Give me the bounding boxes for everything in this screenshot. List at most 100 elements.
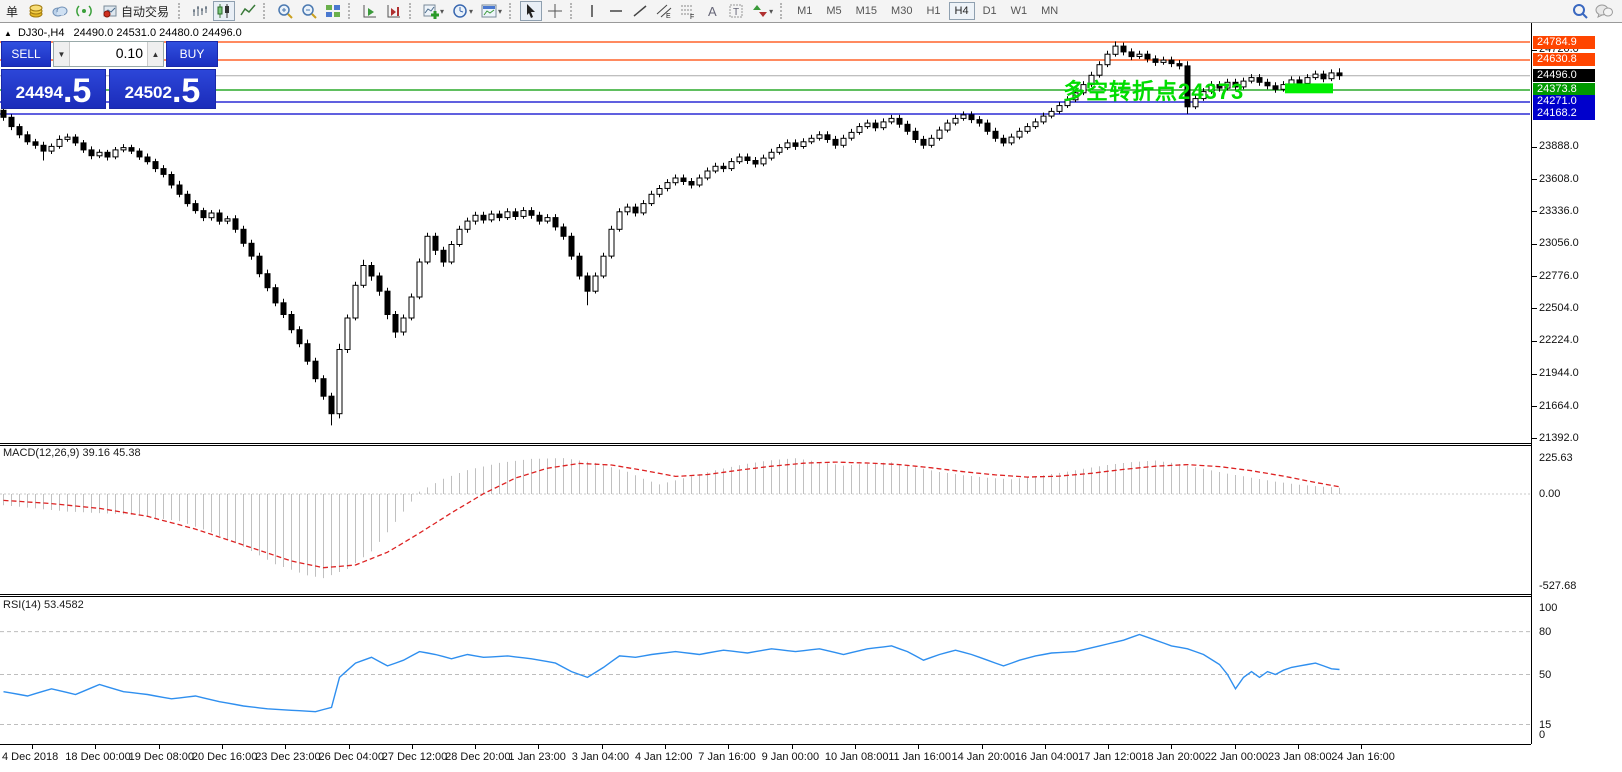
- rsi-axis-label: 100: [1539, 602, 1558, 614]
- time-axis-label: 23 Jan 08:00: [1268, 751, 1332, 763]
- price-axis-tick: 23336.0: [1539, 204, 1579, 217]
- collapse-triangle-icon[interactable]: ▲: [4, 29, 12, 38]
- time-axis-tickmark: [411, 745, 413, 749]
- time-axis-border: [0, 744, 1531, 745]
- time-axis-tickmark: [1171, 745, 1173, 749]
- time-axis-tickmark: [1108, 745, 1110, 749]
- buy-price-main: 24502: [124, 83, 172, 102]
- time-axis-label: 18 Dec 00:00: [65, 751, 131, 763]
- time-axis-label: 11 Jan 16:00: [888, 751, 951, 763]
- price-axis-tickmark: [1532, 179, 1537, 181]
- chart-symbol-period: DJ30-,H4: [17, 27, 65, 39]
- rsi-axis-label: 50: [1539, 668, 1552, 681]
- time-axis-label: 24 Jan 16:00: [1331, 751, 1395, 763]
- volume-stepper: ▼ 0.10 ▲: [53, 41, 164, 67]
- time-axis-label: 19 Dec 08:00: [128, 751, 195, 763]
- price-axis-tickmark: [1532, 340, 1537, 342]
- time-axis-label: 4 Dec 2018: [2, 751, 59, 763]
- price-axis-tick: 21392.0: [1539, 431, 1579, 444]
- macd-values: 39.16 45.38: [82, 447, 141, 459]
- price-axis-tickmark: [1532, 406, 1537, 408]
- price-axis-tick: 22504.0: [1539, 301, 1579, 314]
- time-axis-label: 10 Jan 08:00: [824, 751, 889, 763]
- macd-axis-label: 225.63: [1539, 452, 1573, 464]
- price-axis-tickmark: [1532, 438, 1537, 439]
- buy-price-fraction: .5: [171, 72, 201, 110]
- price-axis-tickmark: [1532, 243, 1537, 245]
- price-axis-tickmark: [1532, 276, 1537, 278]
- rsi-name: RSI(14): [3, 599, 41, 611]
- price-axis-tick: 21664.0: [1539, 399, 1579, 412]
- price-axis-tickmark: [1532, 211, 1537, 213]
- time-axis-tickmark: [285, 745, 287, 749]
- time-axis-label: 16 Jan 04:00: [1014, 751, 1079, 763]
- time-axis-label: 14 Jan 20:00: [951, 751, 1016, 763]
- time-axis-tickmark: [981, 745, 983, 749]
- time-axis-label: 23 Dec 23:00: [255, 751, 321, 763]
- time-axis-label: 27 Dec 12:00: [381, 751, 448, 763]
- chart-title: ▲ DJ30-,H4 24490.0 24531.0 24480.0 24496…: [4, 27, 242, 39]
- volume-input[interactable]: 0.10: [70, 42, 147, 66]
- time-axis-label: 1 Jan 23:00: [508, 751, 566, 763]
- highlight-rectangle-object[interactable]: [1285, 83, 1333, 94]
- price-label-chip: 24496.0: [1533, 69, 1595, 83]
- price-axis-tickmark: [1532, 146, 1537, 148]
- time-axis-tickmark: [1298, 745, 1299, 749]
- price-axis-tickmark: [1532, 308, 1537, 310]
- time-axis-tickmark: [728, 745, 730, 749]
- buy-button[interactable]: BUY: [166, 41, 218, 67]
- time-axis-tickmark: [95, 745, 97, 749]
- time-axis-tickmark: [854, 745, 856, 749]
- panel-separator[interactable]: [0, 443, 1532, 446]
- sell-price-fraction: .5: [62, 72, 92, 110]
- price-axis-border: [1531, 23, 1532, 744]
- buy-price-box[interactable]: 24502 .5: [109, 69, 216, 109]
- price-axis-tick: 22776.0: [1539, 269, 1579, 282]
- time-axis-tickmark: [1234, 745, 1236, 749]
- time-axis-tickmark: [221, 745, 223, 749]
- time-axis-tickmark: [158, 745, 160, 749]
- macd-name: MACD(12,26,9): [3, 447, 80, 459]
- time-axis-label: 18 Jan 20:00: [1141, 751, 1206, 763]
- panel-separator[interactable]: [0, 594, 1532, 597]
- time-axis-tickmark: [1044, 745, 1046, 749]
- time-axis-tickmark: [601, 745, 603, 749]
- time-axis-label: 3 Jan 04:00: [571, 751, 630, 763]
- volume-increase-button[interactable]: ▲: [147, 42, 163, 66]
- price-axis-tick: 22224.0: [1539, 334, 1579, 347]
- sell-price-main: 24494: [15, 83, 63, 102]
- sell-price-box[interactable]: 24494 .5: [1, 69, 106, 109]
- time-axis-tickmark: [918, 745, 920, 749]
- time-axis-tickmark: [475, 745, 477, 749]
- price-label-chip: 24784.9: [1533, 35, 1595, 49]
- macd-histogram: [3, 458, 1340, 579]
- volume-decrease-button[interactable]: ▼: [54, 42, 70, 66]
- price-axis-tick: 23888.0: [1539, 140, 1579, 153]
- price-axis-tick: 23608.0: [1539, 172, 1579, 185]
- price-label-chip: 24168.2: [1533, 107, 1595, 121]
- rsi-value: 53.4582: [43, 599, 84, 611]
- time-axis-label: 22 Jan 00:00: [1204, 751, 1269, 763]
- time-axis-label: 7 Jan 16:00: [698, 751, 756, 763]
- chart-ohlc-values: 24490.0 24531.0 24480.0 24496.0: [73, 27, 242, 39]
- rsi-label: RSI(14) 53.4582: [3, 599, 84, 611]
- sell-button[interactable]: SELL: [1, 41, 51, 67]
- time-axis-label: 20 Dec 16:00: [191, 751, 258, 763]
- price-axis-tick: 21944.0: [1539, 367, 1579, 380]
- time-axis-tickmark: [538, 745, 540, 749]
- time-axis-label: 17 Jan 12:00: [1078, 751, 1142, 763]
- rsi-axis-label: 0: [1539, 729, 1546, 741]
- price-label-chip: 24630.8: [1533, 53, 1595, 67]
- price-axis-tickmark: [1532, 49, 1537, 51]
- time-axis-label: 4 Jan 12:00: [635, 751, 693, 763]
- one-click-trading-panel: SELL ▼ 0.10 ▲ BUY 24494 .5 24502 .5: [1, 41, 218, 109]
- rsi-axis-label: 80: [1539, 625, 1552, 638]
- macd-axis-label: 0.00: [1539, 488, 1561, 500]
- rsi-line: [3, 633, 1340, 713]
- time-axis-label: 28 Dec 20:00: [445, 751, 511, 763]
- turning-point-annotation[interactable]: 多空转折点24373: [1063, 74, 1244, 106]
- time-axis-label: 26 Dec 04:00: [318, 751, 384, 763]
- time-axis-tickmark: [1361, 745, 1363, 749]
- time-axis-tickmark: [665, 745, 666, 749]
- time-axis-tickmark: [32, 745, 33, 749]
